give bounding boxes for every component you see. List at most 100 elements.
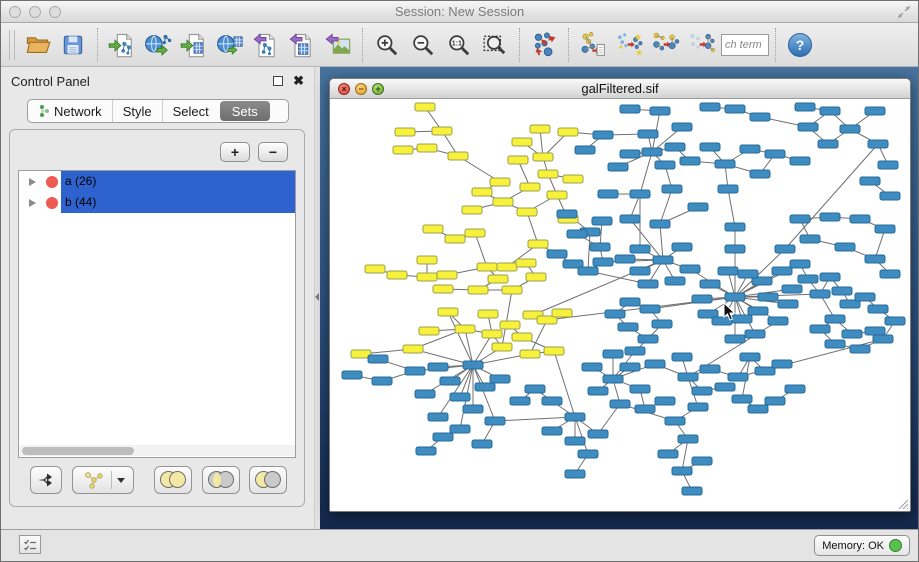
collapse-panel-icon[interactable] <box>315 293 319 301</box>
graph-node-blue[interactable] <box>547 250 567 258</box>
graph-node-blue[interactable] <box>725 293 745 301</box>
graph-node-blue[interactable] <box>642 148 662 156</box>
graph-node-blue[interactable] <box>557 210 577 218</box>
graph-node-blue[interactable] <box>825 315 845 323</box>
graph-node-blue[interactable] <box>525 385 545 393</box>
graph-node-yellow[interactable] <box>552 309 572 317</box>
graph-node-yellow[interactable] <box>448 152 468 160</box>
graph-node-yellow[interactable] <box>512 333 532 341</box>
network-graph[interactable] <box>330 99 908 509</box>
graph-node-blue[interactable] <box>682 487 702 495</box>
graph-edge[interactable] <box>527 212 538 244</box>
import-table-url-button[interactable] <box>212 25 248 65</box>
graph-node-blue[interactable] <box>715 160 735 168</box>
graph-node-blue[interactable] <box>578 267 598 275</box>
graph-node-blue[interactable] <box>542 397 562 405</box>
graph-node-blue[interactable] <box>790 215 810 223</box>
search-input[interactable] <box>721 34 769 56</box>
graph-node-blue[interactable] <box>450 393 470 401</box>
graph-node-blue[interactable] <box>638 280 658 288</box>
graph-node-yellow[interactable] <box>544 347 564 355</box>
graph-node-blue[interactable] <box>650 220 670 228</box>
graph-node-blue[interactable] <box>678 435 698 443</box>
graph-node-blue[interactable] <box>578 450 598 458</box>
minimize-window-button[interactable] <box>29 6 41 18</box>
graph-node-blue[interactable] <box>620 215 640 223</box>
graph-node-blue[interactable] <box>772 360 792 368</box>
expand-arrow-icon[interactable] <box>29 178 36 186</box>
graph-node-blue[interactable] <box>590 243 610 251</box>
graph-node-yellow[interactable] <box>502 286 522 294</box>
graph-node-blue[interactable] <box>865 107 885 115</box>
graph-node-yellow[interactable] <box>437 271 457 279</box>
graph-node-blue[interactable] <box>810 325 830 333</box>
graph-node-yellow[interactable] <box>472 188 492 196</box>
graph-node-blue[interactable] <box>840 125 860 133</box>
graph-edge[interactable] <box>448 312 473 365</box>
task-history-button[interactable] <box>19 535 41 554</box>
zoom-out-button[interactable] <box>405 25 441 65</box>
graph-node-blue[interactable] <box>718 185 738 193</box>
graph-node-yellow[interactable] <box>455 325 475 333</box>
graph-node-blue[interactable] <box>732 395 752 403</box>
graph-node-blue[interactable] <box>758 293 778 301</box>
graph-node-blue[interactable] <box>850 345 870 353</box>
graph-node-yellow[interactable] <box>423 225 443 233</box>
graph-node-blue[interactable] <box>630 267 650 275</box>
graph-node-yellow[interactable] <box>516 259 536 267</box>
graph-node-blue[interactable] <box>880 192 900 200</box>
graph-node-blue[interactable] <box>750 170 770 178</box>
graph-node-blue[interactable] <box>620 363 640 371</box>
split-set-button[interactable] <box>30 466 62 494</box>
graph-node-blue[interactable] <box>765 150 785 158</box>
graph-node-blue[interactable] <box>450 425 470 433</box>
graph-node-blue[interactable] <box>798 123 818 131</box>
graph-node-blue[interactable] <box>715 383 735 391</box>
graph-node-blue[interactable] <box>472 440 492 448</box>
graph-node-blue[interactable] <box>433 433 453 441</box>
graph-edge[interactable] <box>575 417 588 454</box>
graph-node-blue[interactable] <box>575 146 595 154</box>
graph-node-blue[interactable] <box>463 405 483 413</box>
graph-node-blue[interactable] <box>738 270 758 278</box>
graph-node-blue[interactable] <box>725 335 745 343</box>
graph-node-blue[interactable] <box>875 225 895 233</box>
graph-node-blue[interactable] <box>582 363 602 371</box>
scrollbar-thumb[interactable] <box>22 447 134 455</box>
tab-select[interactable]: Select <box>162 100 219 122</box>
graph-node-blue[interactable] <box>778 300 798 308</box>
graph-node-blue[interactable] <box>885 317 905 325</box>
graph-node-blue[interactable] <box>680 157 700 165</box>
help-button[interactable]: ? <box>788 33 812 57</box>
graph-node-blue[interactable] <box>790 157 810 165</box>
graph-node-yellow[interactable] <box>512 138 532 146</box>
graph-edge[interactable] <box>502 290 512 347</box>
graph-node-blue[interactable] <box>748 307 768 315</box>
difference-sets-button[interactable] <box>249 466 287 494</box>
graph-node-blue[interactable] <box>700 143 720 151</box>
graph-node-blue[interactable] <box>810 290 830 298</box>
memory-status-button[interactable]: Memory: OK <box>814 535 910 556</box>
network-canvas[interactable] <box>330 99 910 511</box>
graph-node-blue[interactable] <box>725 105 745 113</box>
graph-node-blue[interactable] <box>615 255 635 263</box>
graph-node-blue[interactable] <box>688 203 708 211</box>
graph-node-blue[interactable] <box>865 255 885 263</box>
graph-node-blue[interactable] <box>567 230 587 238</box>
resize-grip-icon[interactable] <box>895 496 909 510</box>
graph-node-blue[interactable] <box>565 437 585 445</box>
graph-node-blue[interactable] <box>672 123 692 131</box>
graph-node-blue[interactable] <box>868 305 888 313</box>
graph-node-blue[interactable] <box>688 403 708 411</box>
graph-node-yellow[interactable] <box>365 265 385 273</box>
set-row[interactable]: b (44) <box>19 192 295 213</box>
graph-node-blue[interactable] <box>588 387 608 395</box>
graph-node-blue[interactable] <box>865 327 885 335</box>
graph-node-yellow[interactable] <box>538 170 558 178</box>
graph-node-blue[interactable] <box>835 243 855 251</box>
graph-node-yellow[interactable] <box>526 273 546 281</box>
graph-node-yellow[interactable] <box>419 327 439 335</box>
zoom-window-button[interactable] <box>49 6 61 18</box>
expand-arrow-icon[interactable] <box>29 199 36 207</box>
graph-node-yellow[interactable] <box>482 330 502 338</box>
